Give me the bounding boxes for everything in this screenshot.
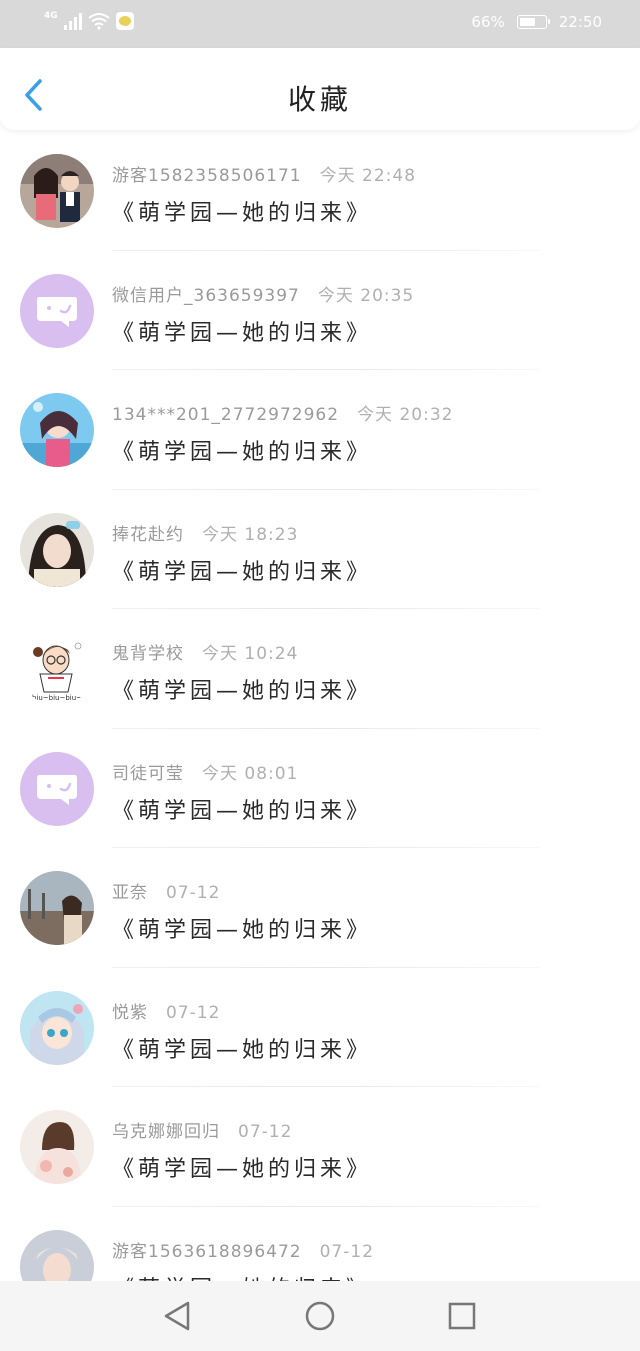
chat-bubble-icon	[37, 296, 77, 327]
avatar[interactable]	[20, 871, 94, 945]
avatar[interactable]	[20, 512, 94, 587]
timestamp: 07-12	[166, 1002, 221, 1023]
timestamp: 07-12	[319, 1241, 375, 1262]
user-name: 134***201_2772972962	[112, 405, 340, 425]
square-recents-icon[interactable]	[444, 1298, 480, 1334]
work-title[interactable]: 《萌学园—她的归来》	[112, 554, 372, 586]
timestamp: 07-12	[238, 1122, 293, 1142]
status-right: 66% 22:50	[471, 13, 602, 31]
item-meta: 游客1582358506171 今天 22:48	[112, 161, 416, 186]
work-title[interactable]: 《萌学园—她的归来》	[112, 912, 372, 944]
user-name: 司徒可莹	[112, 763, 184, 784]
item-meta: 游客1563618896472 07-12	[112, 1237, 374, 1262]
list-item[interactable]: 亚奈 07-12 《萌学园—她的归来》	[0, 848, 640, 968]
status-bar: 4G 66% 22:50	[0, 0, 640, 48]
item-meta: 鬼背学校 今天 10:24	[112, 639, 298, 664]
work-title[interactable]: 《萌学园—她的归来》	[112, 1271, 372, 1282]
user-name: 游客1563618896472	[112, 1241, 302, 1262]
avatar[interactable]	[20, 990, 94, 1065]
avatar-caption: biu~biu~biu~	[31, 694, 83, 702]
avatar[interactable]	[20, 751, 94, 826]
avatar[interactable]	[20, 393, 94, 467]
user-name: 乌克娜娜回归	[112, 1122, 220, 1142]
work-title[interactable]: 《萌学园—她的归来》	[112, 1151, 372, 1183]
list-item[interactable]: 134***201_2772972962 今天 20:32 《萌学园—她的归来》	[0, 370, 640, 490]
timestamp: 今天 22:48	[319, 166, 417, 186]
user-name: 亚奈	[112, 883, 148, 903]
network-type: 4G	[44, 11, 58, 21]
work-title[interactable]: 《萌学园—她的归来》	[112, 673, 372, 705]
triangle-back-icon[interactable]	[160, 1298, 196, 1334]
timestamp: 今天 08:01	[202, 763, 299, 784]
user-name: 悦紫	[112, 1002, 148, 1023]
circle-home-icon[interactable]	[302, 1298, 338, 1334]
work-title[interactable]: 《萌学园—她的归来》	[112, 793, 372, 825]
list-item[interactable]: 微信用户_363659397 今天 20:35 《萌学园—她的归来》	[0, 251, 640, 370]
signal-icon	[63, 12, 82, 30]
list-item[interactable]: biu~biu~biu~ 鬼背学校 今天 10:24 《萌学园—她的归来》	[0, 609, 640, 729]
item-meta: 134***201_2772972962 今天 20:32	[112, 400, 453, 425]
work-title[interactable]: 《萌学园—她的归来》	[112, 1032, 372, 1064]
avatar[interactable]	[20, 1229, 94, 1281]
user-name: 微信用户_363659397	[112, 285, 300, 306]
avatar[interactable]	[20, 154, 94, 228]
app-notification-icon	[115, 12, 134, 30]
favorites-list[interactable]: 游客1582358506171 今天 22:48 《萌学园—她的归来》 微信用户_…	[0, 131, 640, 1281]
list-item[interactable]: 游客1582358506171 今天 22:48 《萌学园—她的归来》	[0, 131, 640, 251]
item-meta: 亚奈 07-12	[112, 878, 220, 903]
work-title[interactable]: 《萌学园—她的归来》	[112, 195, 372, 227]
timestamp: 今天 20:32	[357, 405, 454, 425]
timestamp: 今天 10:24	[202, 644, 299, 664]
list-item[interactable]: 游客1563618896472 07-12 《萌学园—她的归来》	[0, 1207, 640, 1282]
status-left: 4G	[44, 11, 134, 30]
page-title: 收藏	[287, 83, 352, 116]
work-title[interactable]: 《萌学园—她的归来》	[112, 434, 372, 466]
work-title[interactable]: 《萌学园—她的归来》	[112, 315, 372, 347]
item-meta: 乌克娜娜回归 07-12	[112, 1117, 292, 1142]
list-item[interactable]: 悦紫 07-12 《萌学园—她的归来》	[0, 968, 640, 1087]
list-item[interactable]: 乌克娜娜回归 07-12 《萌学园—她的归来》	[0, 1087, 640, 1207]
system-nav-bar	[0, 1281, 640, 1351]
avatar[interactable]	[20, 1110, 94, 1184]
wifi-icon	[88, 12, 110, 30]
user-name: 游客1582358506171	[112, 166, 302, 186]
item-meta: 司徒可莹 今天 08:01	[112, 759, 298, 784]
timestamp: 今天 18:23	[202, 524, 299, 545]
avatar[interactable]: biu~biu~biu~	[20, 632, 94, 706]
list-item[interactable]: 司徒可莹 今天 08:01 《萌学园—她的归来》	[0, 729, 640, 848]
list-item[interactable]: 捧花赴约 今天 18:23 《萌学园—她的归来》	[0, 490, 640, 609]
battery-percent: 66%	[471, 13, 505, 31]
item-meta: 悦紫 07-12	[112, 998, 220, 1023]
avatar[interactable]	[20, 273, 94, 348]
chat-bubble-icon	[37, 774, 77, 805]
battery-icon	[516, 15, 550, 29]
timestamp: 07-12	[166, 883, 221, 903]
item-meta: 微信用户_363659397 今天 20:35	[112, 281, 414, 306]
item-meta: 捧花赴约 今天 18:23	[112, 520, 298, 545]
timestamp: 今天 20:35	[317, 285, 415, 306]
user-name: 鬼背学校	[112, 644, 184, 664]
app-header: 收藏	[0, 48, 640, 130]
user-name: 捧花赴约	[112, 524, 184, 545]
clock: 22:50	[558, 13, 602, 31]
